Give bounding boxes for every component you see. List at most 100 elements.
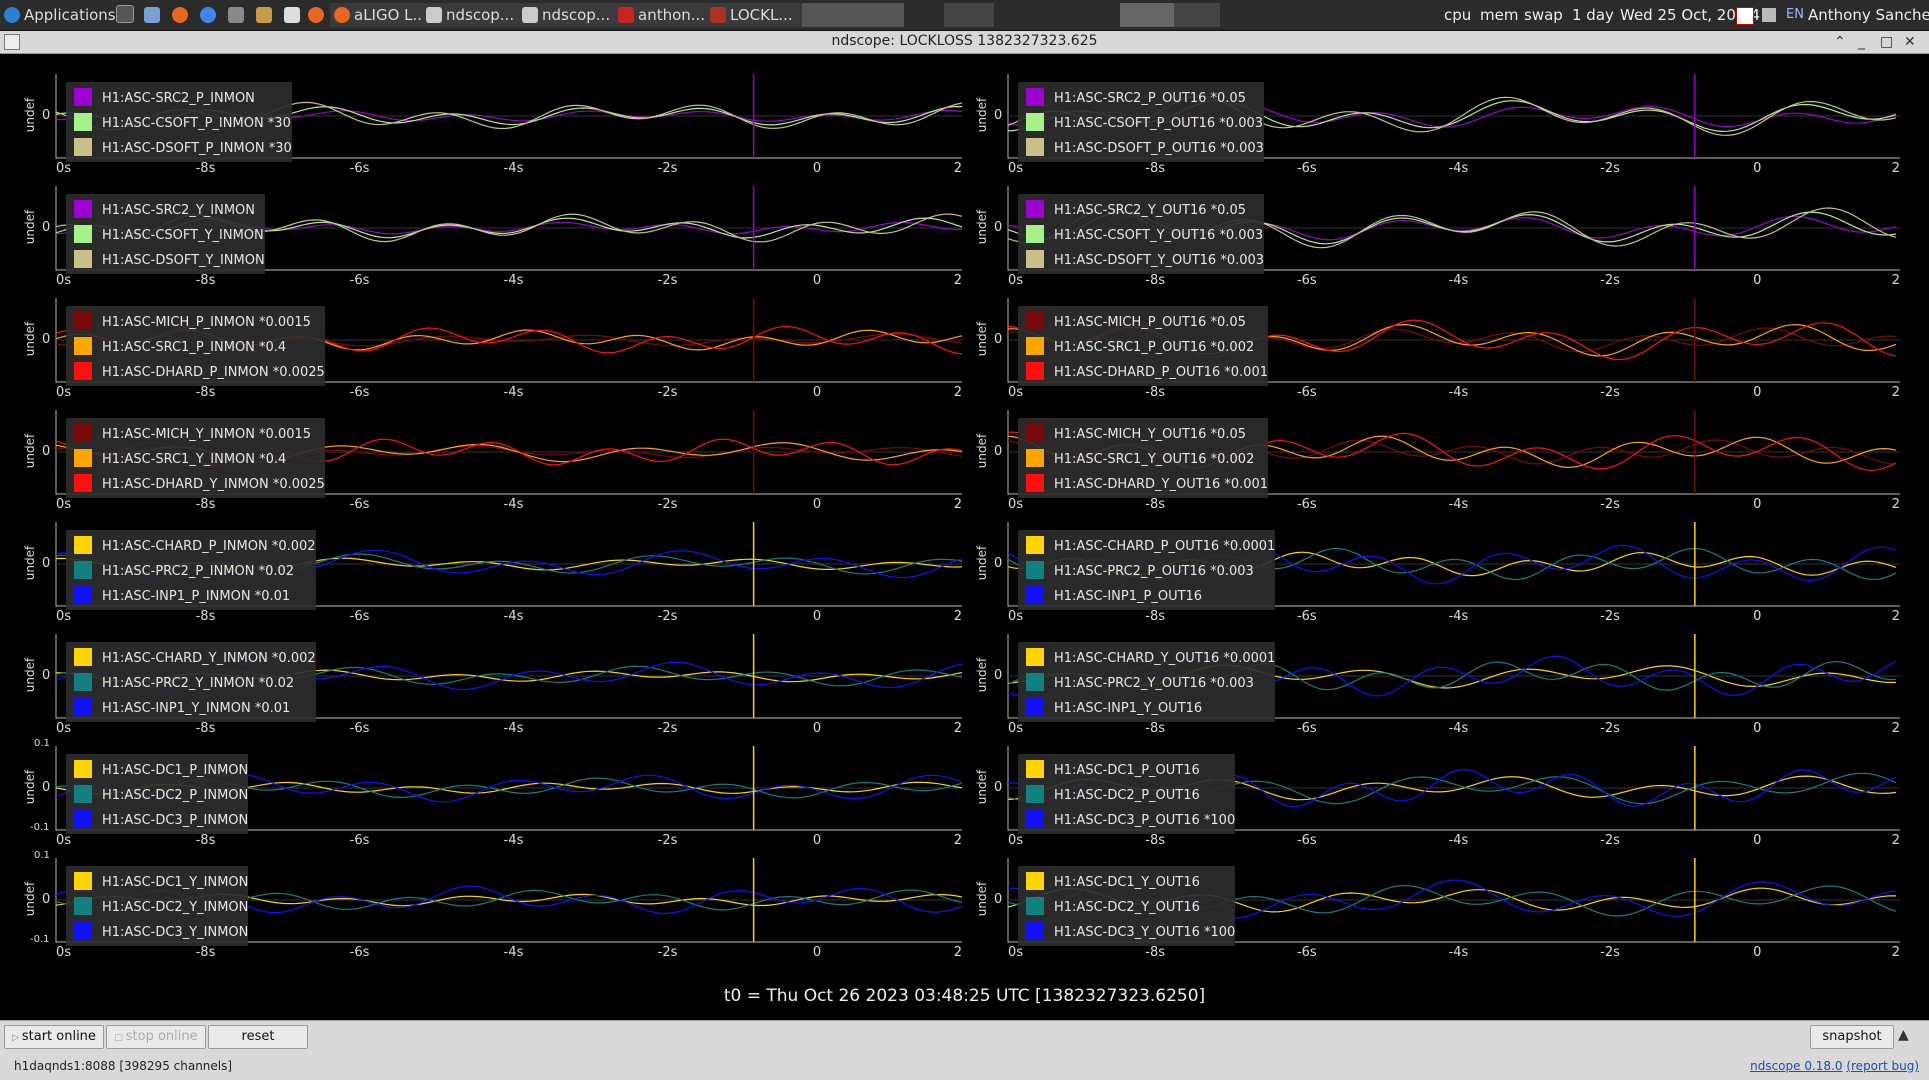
legend-entry[interactable]: H1:ASC-DC2_Y_OUT16 — [1018, 895, 1235, 920]
editor-launcher[interactable] — [284, 3, 304, 27]
legend[interactable]: H1:ASC-MICH_P_OUT16 *0.05 H1:ASC-SRC1_P_O… — [1018, 306, 1268, 386]
chrome-launcher[interactable] — [200, 3, 220, 27]
version-link[interactable]: ndscope 0.18.0 — [1750, 1059, 1842, 1073]
legend-entry[interactable]: H1:ASC-DC2_P_INMON — [66, 783, 248, 808]
plot-panel[interactable]: undef 0 0s -8s -6s -4s -2s 0 2 H1:ASC-CHARD_Y_OUT… — [966, 634, 1910, 746]
reset-button[interactable]: reset — [208, 1025, 308, 1049]
maximize-icon[interactable]: □ — [1880, 33, 1893, 51]
expand-panel-icon[interactable]: ▲ — [1898, 1027, 1909, 1043]
plot-panel[interactable]: undef 0 0s -8s -6s -4s -2s 0 2 H1:ASC-SRC2_P_OUT1… — [966, 74, 1910, 186]
legend-entry[interactable]: H1:ASC-CSOFT_Y_INMON — [66, 223, 265, 248]
legend[interactable]: H1:ASC-CHARD_P_OUT16 *0.0001 H1:ASC-PRC2_… — [1018, 530, 1276, 610]
legend-entry[interactable]: H1:ASC-CSOFT_P_OUT16 *0.003 — [1018, 111, 1264, 136]
taskbar-window-lockloss[interactable]: LOCKL... — [706, 3, 802, 27]
legend-entry[interactable]: H1:ASC-SRC1_Y_OUT16 *0.002 — [1018, 447, 1268, 472]
taskbar-window-aligo[interactable]: aLIGO L... — [330, 3, 426, 27]
legend-entry[interactable]: H1:ASC-SRC2_Y_INMON — [66, 198, 265, 223]
minimize-icon[interactable]: _ — [1858, 33, 1865, 51]
legend[interactable]: H1:ASC-CHARD_Y_INMON *0.002 H1:ASC-PRC2_Y… — [66, 642, 316, 722]
legend-entry[interactable]: H1:ASC-SRC1_P_INMON *0.4 — [66, 335, 325, 360]
plot-panel[interactable]: undef 0 0s -8s -6s -4s -2s 0 2 H1:ASC-MICH_P_OUT1… — [966, 298, 1910, 410]
legend[interactable]: H1:ASC-SRC2_Y_OUT16 *0.05 H1:ASC-CSOFT_Y_… — [1018, 194, 1265, 274]
taskbar-window-ndscope-2[interactable]: ndscop... — [518, 3, 618, 27]
legend-entry[interactable]: H1:ASC-DSOFT_Y_INMON — [66, 248, 265, 273]
plot-panel[interactable]: undef 0 0s -8s -6s -4s -2s 0 2 H1:ASC-SRC2_P_INMO… — [0, 74, 972, 186]
workspace-4[interactable] — [1174, 3, 1220, 27]
shade-icon[interactable]: ⌃ — [1834, 33, 1846, 51]
plot-panel[interactable]: undef 0 0s -8s -6s -4s -2s 0 2 H1:ASC-DC1_P_OUT16… — [966, 746, 1910, 858]
settings-launcher[interactable] — [256, 3, 276, 27]
network-icon[interactable] — [1762, 8, 1776, 22]
legend-entry[interactable]: H1:ASC-PRC2_Y_INMON *0.02 — [66, 671, 316, 696]
plot-panel[interactable]: undef 0 0.1 -0.1 0s -8s -6s -4s -2s 0 2 H1:ASC-DC1_… — [0, 850, 972, 970]
workspace-2[interactable] — [944, 3, 994, 27]
plot-panel[interactable]: undef 0 0.1 -0.1 0s -8s -6s -4s -2s 0 2 H1:ASC-DC1_… — [0, 738, 972, 858]
applications-menu[interactable]: Applications — [4, 3, 116, 27]
legend-entry[interactable]: H1:ASC-INP1_P_OUT16 — [1018, 584, 1275, 609]
legend-entry[interactable]: H1:ASC-DC1_Y_INMON — [66, 870, 248, 895]
legend-entry[interactable]: H1:ASC-PRC2_P_OUT16 *0.003 — [1018, 559, 1275, 584]
legend-entry[interactable]: H1:ASC-DC3_P_INMON — [66, 808, 248, 833]
plot-panel[interactable]: undef 0 0s -8s -6s -4s -2s 0 2 H1:ASC-CHARD_P_OUT… — [966, 522, 1910, 634]
language-indicator[interactable]: EN — [1786, 3, 1804, 27]
plot-panel[interactable]: undef 0 0s -8s -6s -4s -2s 0 2 H1:ASC-MICH_P_INMO… — [0, 298, 972, 410]
user-name[interactable]: Anthony Sanchez — [1808, 3, 1929, 27]
legend-entry[interactable]: H1:ASC-CHARD_P_INMON *0.002 — [66, 534, 316, 559]
plot-panel[interactable]: undef 0 0s -8s -6s -4s -2s 0 2 H1:ASC-DC1_Y_OUT16… — [966, 858, 1910, 970]
legend[interactable]: H1:ASC-SRC2_Y_INMON H1:ASC-CSOFT_Y_INMON H… — [66, 194, 265, 274]
cpu-monitor[interactable]: cpu — [1444, 3, 1471, 27]
taskbar-window-anthon[interactable]: anthon... — [614, 3, 710, 27]
legend-entry[interactable]: H1:ASC-INP1_Y_OUT16 — [1018, 696, 1275, 721]
plot-panel[interactable]: undef 0 0s -8s -6s -4s -2s 0 2 H1:ASC-SRC2_Y_OUT1… — [966, 186, 1910, 298]
legend-entry[interactable]: H1:ASC-PRC2_P_INMON *0.02 — [66, 559, 316, 584]
notification-icon[interactable] — [1736, 7, 1754, 25]
legend-entry[interactable]: H1:ASC-MICH_P_OUT16 *0.05 — [1018, 310, 1268, 335]
legend-entry[interactable]: H1:ASC-DHARD_P_INMON *0.0025 — [66, 360, 325, 385]
legend-entry[interactable]: H1:ASC-DSOFT_P_INMON *30 — [66, 136, 292, 161]
snapshot-button[interactable]: snapshot — [1810, 1025, 1894, 1049]
legend-entry[interactable]: H1:ASC-CHARD_P_OUT16 *0.0001 — [1018, 534, 1275, 559]
legend-entry[interactable]: H1:ASC-SRC1_Y_INMON *0.4 — [66, 447, 325, 472]
legend-entry[interactable]: H1:ASC-DC1_P_INMON — [66, 758, 248, 783]
mem-monitor[interactable]: mem — [1480, 3, 1518, 27]
legend-entry[interactable]: H1:ASC-SRC2_P_INMON — [66, 86, 292, 111]
legend-entry[interactable]: H1:ASC-DC2_P_OUT16 — [1018, 783, 1235, 808]
start-online-button[interactable]: ▷ start online — [4, 1025, 104, 1049]
swap-monitor[interactable]: swap — [1524, 3, 1563, 27]
workspace-1[interactable] — [802, 3, 904, 27]
legend-entry[interactable]: H1:ASC-MICH_Y_OUT16 *0.05 — [1018, 422, 1268, 447]
legend[interactable]: H1:ASC-DC1_Y_OUT16 H1:ASC-DC2_Y_OUT16 H1:A… — [1018, 866, 1236, 946]
legend-entry[interactable]: H1:ASC-DSOFT_P_OUT16 *0.003 — [1018, 136, 1264, 161]
legend-entry[interactable]: H1:ASC-DC2_Y_INMON — [66, 895, 248, 920]
share-launcher[interactable] — [228, 3, 248, 27]
legend-entry[interactable]: H1:ASC-DHARD_Y_OUT16 *0.001 — [1018, 472, 1268, 497]
taskbar-window-ndscope-1[interactable]: ndscop... — [422, 3, 522, 27]
legend-entry[interactable]: H1:ASC-INP1_Y_INMON *0.01 — [66, 696, 316, 721]
legend[interactable]: H1:ASC-MICH_P_INMON *0.0015 H1:ASC-SRC1_P… — [66, 306, 325, 386]
stop-online-button[interactable]: □ stop online — [106, 1025, 206, 1049]
plot-panel[interactable]: undef 0 0s -8s -6s -4s -2s 0 2 H1:ASC-MICH_Y_INMO… — [0, 410, 972, 522]
files-launcher[interactable] — [144, 3, 164, 27]
legend[interactable]: H1:ASC-MICH_Y_OUT16 *0.05 H1:ASC-SRC1_Y_O… — [1018, 418, 1269, 498]
legend[interactable]: H1:ASC-CHARD_P_INMON *0.002 H1:ASC-PRC2_P… — [66, 530, 316, 610]
legend-entry[interactable]: H1:ASC-DC1_P_OUT16 — [1018, 758, 1235, 783]
legend[interactable]: H1:ASC-SRC2_P_INMON H1:ASC-CSOFT_P_INMON … — [66, 82, 292, 162]
firefox-launcher[interactable] — [172, 3, 192, 27]
legend-entry[interactable]: H1:ASC-DHARD_P_OUT16 *0.001 — [1018, 360, 1268, 385]
legend-entry[interactable]: H1:ASC-DC3_Y_INMON — [66, 920, 248, 945]
legend[interactable]: H1:ASC-SRC2_P_OUT16 *0.05 H1:ASC-CSOFT_P_… — [1018, 82, 1264, 162]
legend-entry[interactable]: H1:ASC-SRC1_P_OUT16 *0.002 — [1018, 335, 1268, 360]
legend-entry[interactable]: H1:ASC-DSOFT_Y_OUT16 *0.003 — [1018, 248, 1264, 273]
legend-entry[interactable]: H1:ASC-INP1_P_INMON *0.01 — [66, 584, 316, 609]
plot-panel[interactable]: undef 0 0s -8s -6s -4s -2s 0 2 H1:ASC-MICH_Y_OUT1… — [966, 410, 1910, 522]
legend[interactable]: H1:ASC-CHARD_Y_OUT16 *0.0001 H1:ASC-PRC2_… — [1018, 642, 1276, 722]
legend-entry[interactable]: H1:ASC-DHARD_Y_INMON *0.0025 — [66, 472, 325, 497]
legend[interactable]: H1:ASC-DC1_P_INMON H1:ASC-DC2_P_INMON H1:A… — [66, 754, 249, 834]
legend-entry[interactable]: H1:ASC-MICH_Y_INMON *0.0015 — [66, 422, 325, 447]
legend-entry[interactable]: H1:ASC-MICH_P_INMON *0.0015 — [66, 310, 325, 335]
report-bug-link[interactable]: (report bug) — [1846, 1059, 1919, 1073]
legend-entry[interactable]: H1:ASC-PRC2_Y_OUT16 *0.003 — [1018, 671, 1275, 696]
legend[interactable]: H1:ASC-DC1_Y_INMON H1:ASC-DC2_Y_INMON H1:A… — [66, 866, 249, 946]
legend-entry[interactable]: H1:ASC-SRC2_Y_OUT16 *0.05 — [1018, 198, 1264, 223]
legend-entry[interactable]: H1:ASC-DC3_Y_OUT16 *100 — [1018, 920, 1235, 945]
